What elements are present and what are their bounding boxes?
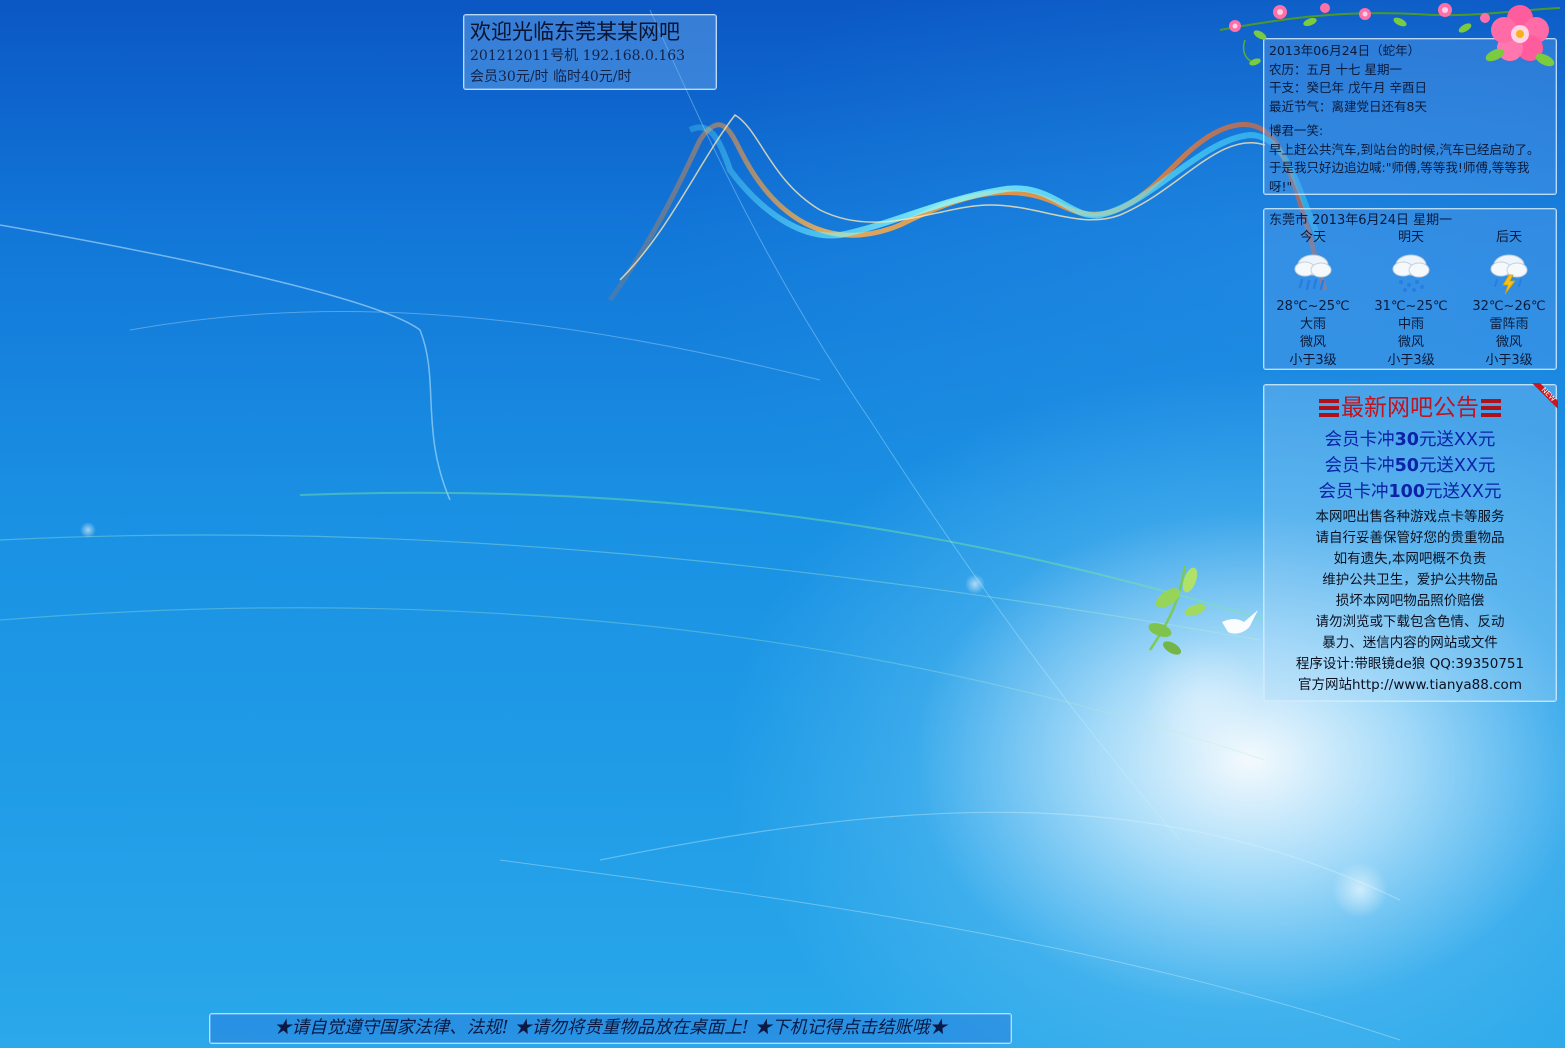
weather-condition: 大雨: [1299, 317, 1326, 332]
rule-item: 如有遗失,本网吧概不负责: [1333, 551, 1487, 567]
rule-item: 维护公共卫生，爱护公共物品: [1322, 572, 1498, 588]
joke-text: 早上赶公共汽车,到站台的时候,汽车已经启动了。于是我只好边追边喊:"师傅,等等我…: [1269, 141, 1540, 194]
rules-list: 本网吧出售各种游戏点卡等服务 请自行妥善保管好您的贵重物品 如有遗失,本网吧概不…: [1264, 507, 1556, 696]
weather-day-today: 今天 28℃~25℃ 大雨 微风 小于3级: [1264, 229, 1362, 370]
weather-day-name: 今天: [1299, 230, 1326, 245]
weather-temp: 31℃~25℃: [1374, 299, 1448, 314]
weather-wind: 微风: [1495, 335, 1522, 350]
designer-credit: 程序设计:带眼镜de狼 QQ:39350751: [1295, 656, 1525, 672]
thunderstorm-icon: [1490, 254, 1528, 295]
promo-item: 会员卡冲100元送XX元: [1318, 482, 1502, 502]
weather-temp: 28℃~25℃: [1276, 299, 1350, 314]
weather-day-name: 后天: [1495, 230, 1522, 245]
weather-day-after-tomorrow: 后天 32℃~26℃ 雷阵雨 微风 小于3级: [1460, 229, 1558, 370]
weather-day-name: 明天: [1397, 230, 1424, 245]
bottom-reminder-text: ★请自觉遵守国家法律、法规! ★请勿将贵重物品放在桌面上! ★下机记得点击结账哦…: [274, 1018, 947, 1038]
weather-wind: 微风: [1397, 335, 1424, 350]
rule-item: 请勿浏览或下载包含色情、反动: [1315, 614, 1505, 630]
rule-item: 请自行妥善保管好您的贵重物品: [1315, 530, 1505, 546]
pricing-info: 会员30元/时 临时40元/时: [470, 69, 632, 85]
rule-item: 本网吧出售各种游戏点卡等服务: [1315, 509, 1505, 525]
weather-condition: 中雨: [1397, 317, 1424, 332]
moderate-rain-icon: [1392, 254, 1430, 292]
bottom-reminder-bar: ★请自觉遵守国家法律、法规! ★请勿将贵重物品放在桌面上! ★下机记得点击结账哦…: [209, 1013, 1012, 1044]
weather-wind-level: 小于3级: [1387, 353, 1435, 368]
notice-title-row: 最新网吧公告: [1264, 393, 1556, 423]
weather-header: 东莞市 2013年6月24日 星期一: [1269, 213, 1453, 228]
title-bars-icon: [1481, 399, 1501, 417]
rule-item: 损坏本网吧物品照价赔偿: [1335, 593, 1485, 609]
promo-item: 会员卡冲50元送XX元: [1324, 456, 1496, 476]
joke-title: 博君一笑:: [1269, 123, 1324, 138]
dove-graphic: [1222, 610, 1258, 634]
machine-info: 201212011号机 192.168.0.163: [470, 48, 686, 64]
official-website-link[interactable]: 官方网站http://www.tianya88.com: [1264, 675, 1556, 696]
promo-item: 会员卡冲30元送XX元: [1324, 430, 1496, 450]
flower-decoration: [1219, 3, 1561, 67]
rule-item: 暴力、迷信内容的网站或文件: [1322, 635, 1498, 651]
weather-day-tomorrow: 明天 31℃~25℃ 中雨 微风 小于3级: [1362, 229, 1460, 370]
welcome-title: 欢迎光临东莞某某网吧: [470, 20, 680, 44]
weather-temp: 32℃~26℃: [1472, 299, 1546, 314]
ganzhi-date: 干支：癸巳年 戊午月 辛酉日: [1269, 80, 1427, 95]
title-bars-icon: [1319, 399, 1339, 417]
promo-list: 会员卡冲30元送XX元 会员卡冲50元送XX元 会员卡冲100元送XX元: [1264, 427, 1556, 505]
notice-title: 最新网吧公告: [1341, 395, 1479, 421]
sprig-graphic: [1148, 564, 1206, 655]
weather-panel: 东莞市 2013年6月24日 星期一 今天 28℃~25℃ 大雨 微风 小于3级…: [1263, 208, 1557, 370]
weather-wind: 微风: [1299, 335, 1326, 350]
weather-wind-level: 小于3级: [1485, 353, 1533, 368]
heavy-rain-icon: [1294, 254, 1332, 291]
weather-condition: 雷阵雨: [1489, 317, 1529, 332]
weather-wind-level: 小于3级: [1289, 353, 1337, 368]
notice-panel: NEW 最新网吧公告 会员卡冲30元送XX元 会员卡冲50元送XX元 会员卡冲1…: [1263, 383, 1558, 702]
welcome-panel: 欢迎光临东莞某某网吧 201212011号机 192.168.0.163 会员3…: [463, 14, 717, 90]
next-festival: 最近节气：离建党日还有8天: [1269, 98, 1427, 114]
